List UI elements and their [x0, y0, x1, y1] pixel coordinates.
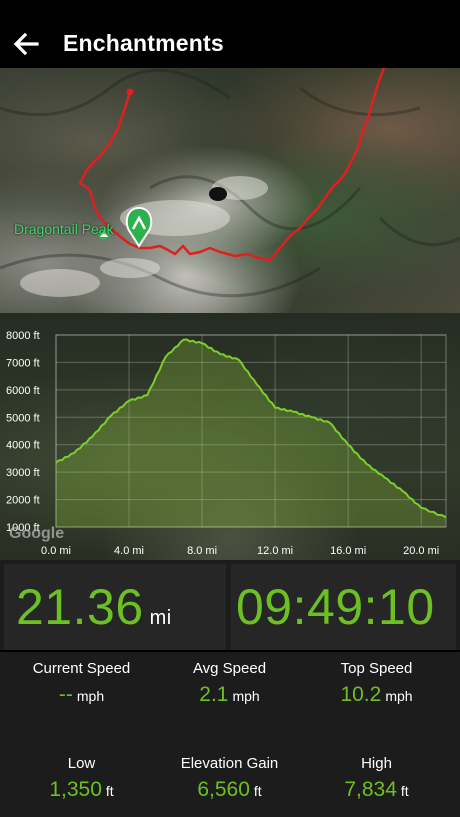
location-pin-icon[interactable]: [125, 206, 153, 248]
avg-speed-stat: Avg Speed 2.1 mph: [153, 660, 306, 707]
elevation-gain-unit: ft: [253, 783, 262, 799]
distance-panel: 21.36 mi: [4, 564, 226, 650]
arrow-left-icon[interactable]: [12, 30, 40, 58]
time-value: 09:49:10: [236, 579, 435, 635]
current-speed-value: --: [58, 683, 73, 706]
elevation-gain-value: 6,560: [197, 778, 250, 801]
current-speed-value-wrap: -- mph: [5, 683, 158, 707]
avg-speed-unit: mph: [232, 688, 260, 704]
elevation-gain-stat: Elevation Gain 6,560 ft: [153, 755, 306, 802]
page-title: Enchantments: [63, 30, 224, 56]
y-tick-label: 5000 ft: [6, 412, 40, 424]
route-map[interactable]: Dragontail Peak: [0, 68, 460, 313]
route-line: [78, 68, 386, 262]
route-start-dot: [126, 88, 134, 96]
elevation-chart-svg: 1000 ft2000 ft3000 ft4000 ft5000 ft6000 …: [6, 330, 447, 557]
high-unit: ft: [400, 783, 409, 799]
x-tick-label: 12.0 mi: [257, 545, 293, 557]
elevation-gain-label: Elevation Gain: [180, 755, 279, 772]
top-speed-stat: Top Speed 10.2 mph: [300, 660, 453, 707]
avg-speed-value: 2.1: [199, 683, 229, 706]
x-tick-label: 16.0 mi: [330, 545, 366, 557]
avg-speed-label: Avg Speed: [192, 660, 267, 677]
y-tick-label: 4000 ft: [6, 440, 40, 452]
top-speed-unit: mph: [385, 688, 413, 704]
app-bar: Enchantments: [0, 0, 460, 68]
divider: [0, 650, 460, 652]
low-stat: Low 1,350 ft: [5, 755, 158, 802]
top-speed-value: 10.2: [340, 683, 382, 706]
poi-label: Dragontail Peak: [14, 221, 114, 238]
high-value-wrap: 7,834 ft: [300, 778, 453, 802]
high-label: High: [361, 755, 392, 772]
avg-speed-value-wrap: 2.1 mph: [153, 683, 306, 707]
elevation-area: [56, 339, 446, 527]
poi-label-text: Dragontail Peak: [14, 221, 114, 237]
elevation-gain-value-wrap: 6,560 ft: [153, 778, 306, 802]
x-tick-label: 4.0 mi: [114, 545, 144, 557]
top-speed-label: Top Speed: [340, 660, 413, 677]
high-value: 7,834: [344, 778, 397, 801]
distance-unit: mi: [149, 607, 172, 629]
y-tick-label: 8000 ft: [6, 330, 40, 342]
distance-value: 21.36: [16, 579, 144, 635]
lake: [209, 187, 227, 201]
y-tick-label: 7000 ft: [6, 357, 40, 369]
y-tick-label: 6000 ft: [6, 385, 40, 397]
low-value: 1,350: [49, 778, 102, 801]
current-speed-stat: Current Speed -- mph: [5, 660, 158, 707]
x-tick-label: 20.0 mi: [403, 545, 439, 557]
current-speed-unit: mph: [76, 688, 105, 704]
route-map-svg: [0, 68, 460, 298]
current-speed-label: Current Speed: [32, 660, 131, 677]
low-label: Low: [67, 755, 96, 772]
x-tick-label: 8.0 mi: [187, 545, 217, 557]
top-speed-value-wrap: 10.2 mph: [300, 683, 453, 707]
high-stat: High 7,834 ft: [300, 755, 453, 802]
y-tick-label: 3000 ft: [6, 467, 40, 479]
distance-value-wrap: 21.36 mi: [16, 578, 172, 636]
time-panel: 09:49:10: [231, 564, 456, 650]
low-unit: ft: [105, 783, 114, 799]
x-tick-label: 0.0 mi: [41, 545, 71, 557]
y-tick-label: 2000 ft: [6, 495, 40, 507]
elevation-chart[interactable]: 1000 ft 2000 ft 3000 ft 4000 ft 5000 ft 6000 …: [0, 313, 460, 560]
low-value-wrap: 1,350 ft: [5, 778, 158, 802]
google-watermark: Google: [9, 525, 65, 542]
